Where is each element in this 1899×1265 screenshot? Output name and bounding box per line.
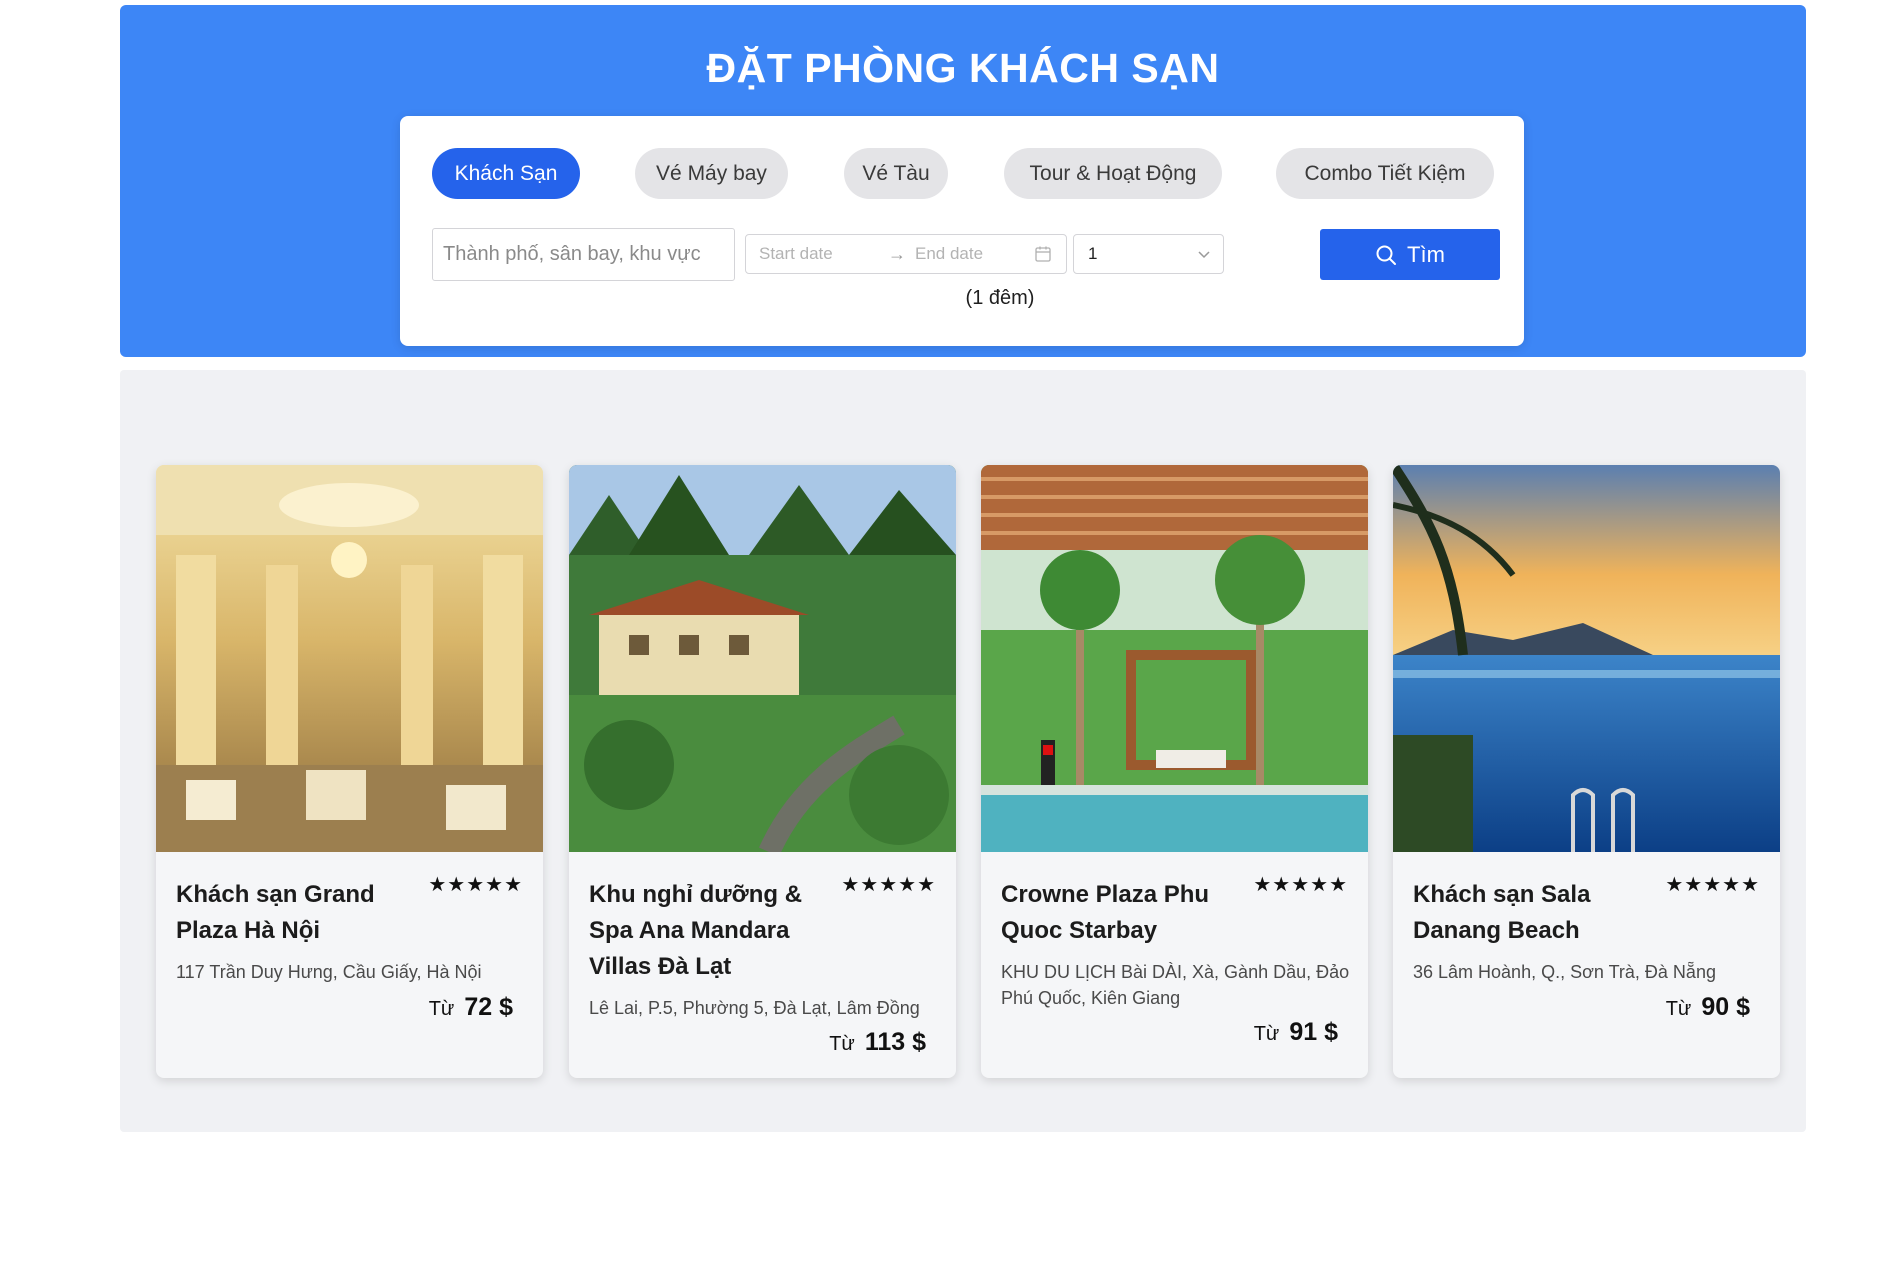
hotel-name: Khách sạn Sala Danang Beach	[1413, 881, 1591, 944]
hotel-address: KHU DU LỊCH Bài DÀI, Xà, Gành Dầu, Đảo P…	[1001, 962, 1350, 1008]
search-button[interactable]: Tìm	[1320, 229, 1500, 280]
hotel-price: Từ 72 $	[429, 993, 513, 1022]
star-rating: ★★★★★	[1253, 874, 1348, 896]
price-value: 72 $	[464, 993, 513, 1021]
price-prefix: Từ	[1253, 1023, 1280, 1045]
destination-input[interactable]	[432, 228, 735, 281]
hotel-card[interactable]: Crowne Plaza Phu Quoc Starbay ★★★★★ KHU …	[981, 465, 1368, 1078]
hotel-card[interactable]: Khách sạn Sala Danang Beach ★★★★★ 36 Lâm…	[1393, 465, 1780, 1078]
price-value: 90 $	[1701, 993, 1750, 1021]
start-date-field[interactable]: Start date	[759, 244, 833, 264]
chevron-down-icon	[1198, 251, 1210, 259]
tab-flights[interactable]: Vé Máy bay	[635, 148, 788, 199]
star-rating: ★★★★★	[428, 874, 523, 896]
date-range-picker[interactable]: Start date → End date	[745, 234, 1067, 274]
tab-hotels[interactable]: Khách Sạn	[432, 148, 580, 199]
tab-combo-deals[interactable]: Combo Tiết Kiệm	[1276, 148, 1494, 199]
star-rating: ★★★★★	[1665, 874, 1760, 896]
calendar-icon	[1035, 246, 1051, 262]
hotel-image	[156, 465, 543, 852]
arrow-right-icon: →	[888, 243, 906, 264]
hotel-price: Từ 113 $	[829, 1028, 926, 1057]
search-button-label: Tìm	[1407, 241, 1445, 267]
hotel-image	[981, 465, 1368, 852]
guest-count-select[interactable]: 1	[1073, 234, 1224, 274]
price-value: 113 $	[864, 1028, 926, 1056]
hotel-image	[569, 465, 956, 852]
price-prefix: Từ	[1665, 998, 1692, 1020]
hotel-address: 117 Trần Duy Hưng, Cầu Giấy, Hà Nội	[176, 962, 482, 982]
tab-trains[interactable]: Vé Tàu	[844, 148, 948, 199]
hotel-name: Khu nghỉ dưỡng & Spa Ana Mandara Villas …	[589, 881, 803, 980]
hotel-price: Từ 91 $	[1254, 1018, 1338, 1047]
hotel-image	[1393, 465, 1780, 852]
price-prefix: Từ	[829, 1033, 855, 1055]
tab-tours-activities[interactable]: Tour & Hoạt Động	[1004, 148, 1222, 199]
guest-count-value: 1	[1088, 244, 1098, 263]
hotel-listing: Khách sạn Grand Plaza Hà Nội ★★★★★ 117 T…	[120, 370, 1806, 1132]
hotel-name: Khách sạn Grand Plaza Hà Nội	[176, 881, 375, 944]
star-rating: ★★★★★	[841, 874, 936, 896]
hotel-card[interactable]: Khách sạn Grand Plaza Hà Nội ★★★★★ 117 T…	[156, 465, 543, 1078]
price-prefix: Từ	[428, 998, 455, 1020]
hotel-address: Lê Lai, P.5, Phường 5, Đà Lạt, Lâm Đồng	[589, 998, 920, 1018]
hotel-name: Crowne Plaza Phu Quoc Starbay	[1001, 881, 1210, 944]
end-date-field[interactable]: End date	[915, 244, 983, 264]
search-icon	[1376, 245, 1397, 265]
nights-count: (1 đêm)	[965, 287, 1035, 309]
search-panel: Khách Sạn Vé Máy bay Vé Tàu Tour & Hoạt …	[400, 116, 1524, 346]
hero-banner: ĐẶT PHÒNG KHÁCH SẠN Khách Sạn Vé Máy bay…	[120, 5, 1806, 357]
hotel-card[interactable]: Khu nghỉ dưỡng & Spa Ana Mandara Villas …	[569, 465, 956, 1078]
price-value: 91 $	[1289, 1018, 1338, 1046]
hotel-address: 36 Lâm Hoành, Q., Sơn Trà, Đà Nẵng	[1413, 962, 1716, 982]
page-title: ĐẶT PHÒNG KHÁCH SẠN	[706, 45, 1220, 91]
hotel-price: Từ 90 $	[1666, 993, 1750, 1022]
